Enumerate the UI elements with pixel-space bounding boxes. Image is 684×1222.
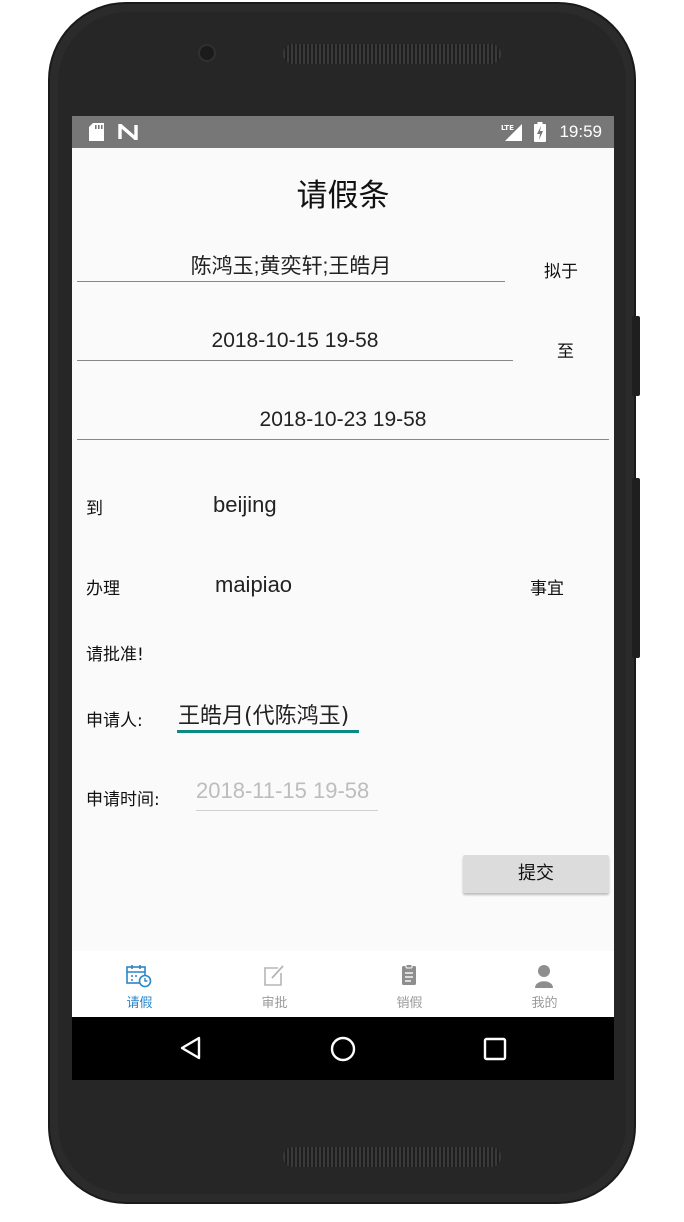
- battery-charging-icon: [534, 122, 546, 142]
- matter-suffix-label: 事宜: [530, 579, 564, 599]
- bottom-tab-bar: 请假 审批 销假 我的: [72, 951, 614, 1017]
- tab-approve[interactable]: 审批: [207, 951, 342, 1017]
- lte-signal-icon: LTE: [501, 124, 522, 141]
- recents-icon[interactable]: [483, 1037, 507, 1061]
- intend-label: 拟于: [544, 262, 578, 282]
- destination-field[interactable]: beijing: [213, 492, 277, 518]
- tab-label: 请假: [126, 996, 153, 1011]
- top-speaker: [283, 44, 501, 64]
- apply-time-input[interactable]: 2018-11-15 19-58: [196, 778, 369, 804]
- submit-button[interactable]: 提交: [463, 855, 609, 893]
- status-time: 19:59: [559, 122, 602, 141]
- to-label: 至: [557, 342, 574, 362]
- bottom-speaker: [283, 1147, 501, 1167]
- applicant-label: 申请人:: [86, 711, 143, 731]
- back-icon[interactable]: [178, 1035, 204, 1061]
- matter-field[interactable]: maipiao: [215, 572, 292, 598]
- apply-time-underline: [196, 810, 378, 811]
- end-time-field[interactable]: 2018-10-23 19-58: [78, 408, 608, 432]
- tab-leave[interactable]: 请假: [72, 951, 207, 1017]
- start-time-underline: [77, 360, 513, 361]
- names-field[interactable]: 陈鸿玉;黄奕轩;王皓月: [78, 250, 504, 280]
- edit-icon: [264, 965, 284, 986]
- person-icon: [535, 965, 553, 988]
- applicant-focus-underline: [177, 730, 359, 733]
- volume-button: [632, 478, 640, 658]
- front-camera: [200, 46, 214, 60]
- system-nav-bar: [72, 1017, 614, 1080]
- destination-label: 到: [86, 499, 103, 519]
- tab-label: 销假: [396, 996, 423, 1011]
- home-icon[interactable]: [329, 1035, 357, 1063]
- calendar-clock-icon: [126, 965, 152, 988]
- svg-text:LTE: LTE: [501, 124, 514, 132]
- sd-card-icon: [89, 123, 104, 141]
- app-screen: LTE 19:59 请假条 陈鸿玉;黄奕轩;王皓月 拟于 2018-10-15 …: [72, 116, 614, 1080]
- approve-text: 请批准!: [86, 645, 144, 665]
- names-underline: [77, 281, 505, 282]
- handle-label: 办理: [86, 579, 120, 599]
- tab-label: 我的: [531, 996, 558, 1011]
- page-title: 请假条: [296, 178, 390, 214]
- tab-label: 审批: [261, 996, 288, 1011]
- clipboard-icon: [402, 964, 416, 985]
- tab-mine[interactable]: 我的: [477, 951, 612, 1017]
- tab-cancel-leave[interactable]: 销假: [342, 951, 477, 1017]
- applicant-input[interactable]: 王皓月(代陈鸿玉): [178, 698, 349, 730]
- start-time-field[interactable]: 2018-10-15 19-58: [78, 329, 512, 353]
- status-bar: LTE 19:59: [72, 116, 614, 148]
- end-time-underline: [77, 439, 609, 440]
- n-notification-icon: [118, 124, 138, 140]
- power-button: [632, 316, 640, 396]
- apply-time-label: 申请时间:: [86, 790, 160, 810]
